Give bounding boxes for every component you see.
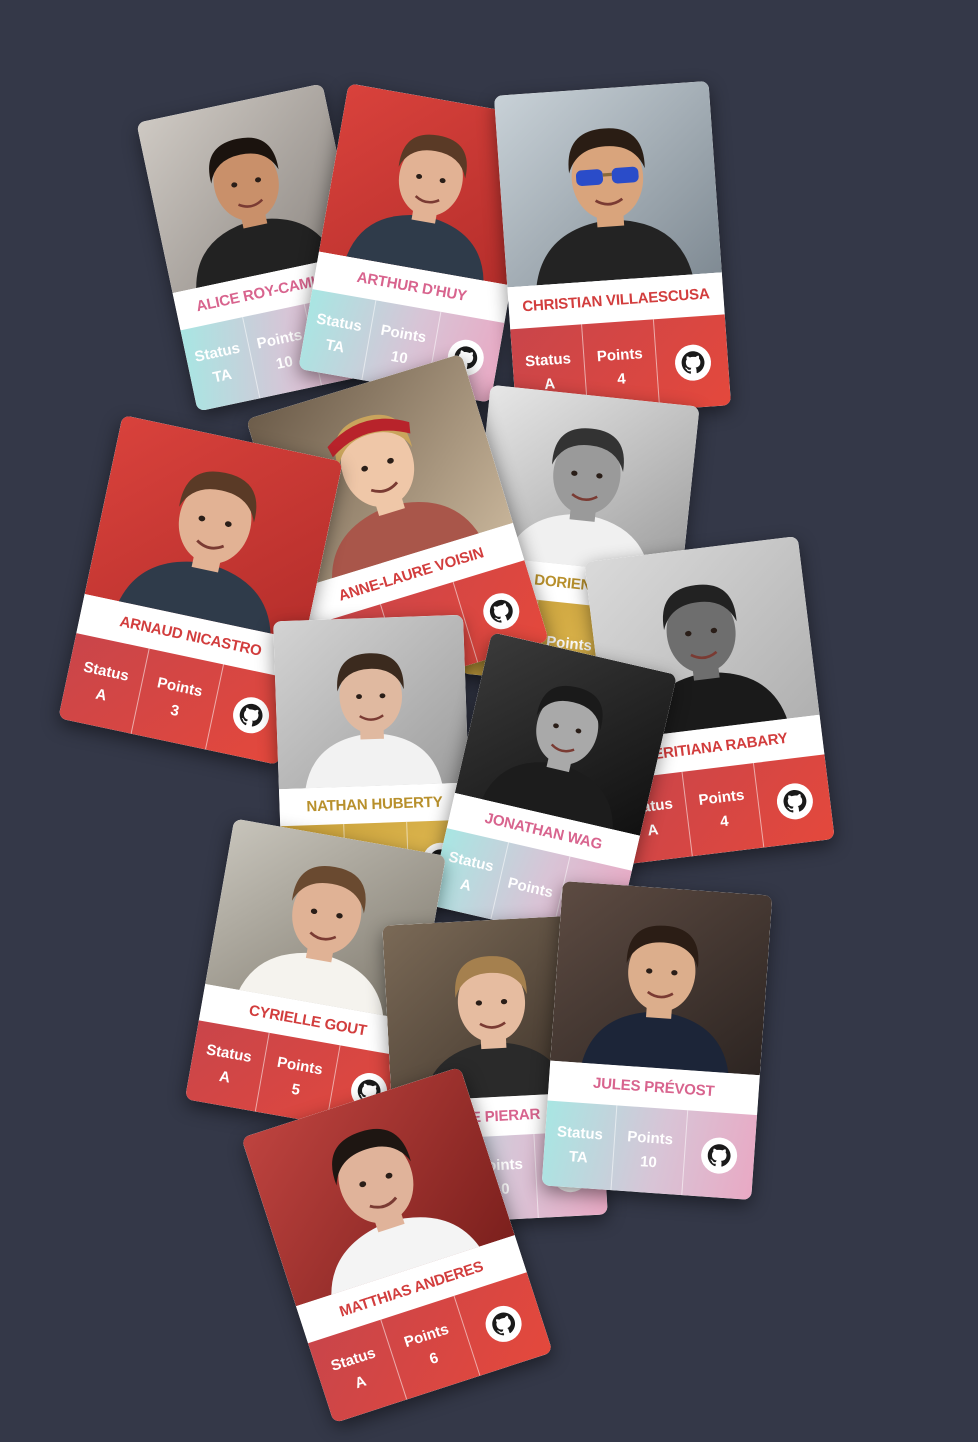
student-card[interactable]: JULES PRÉVOST Status TA Points 10 (541, 881, 773, 1200)
status-value: TA (568, 1147, 589, 1166)
github-icon[interactable] (774, 780, 815, 821)
github-icon[interactable] (700, 1135, 739, 1175)
stats-bar: Status TA Points 10 (541, 1100, 758, 1200)
points-value: 10 (639, 1152, 658, 1171)
github-icon[interactable] (229, 693, 273, 737)
github-icon[interactable] (480, 1301, 527, 1347)
points-stat: Points 10 (611, 1105, 688, 1196)
points-label: Points (506, 873, 555, 901)
student-photo (550, 881, 773, 1076)
github-link[interactable] (754, 754, 835, 847)
github-link[interactable] (682, 1110, 757, 1200)
status-stat: Status TA (541, 1100, 618, 1191)
points-value: 4 (616, 369, 627, 388)
student-card[interactable]: CHRISTIAN VILLAESCUSA Status A Points 4 (493, 80, 732, 421)
student-photo (493, 80, 722, 288)
status-stat: Status A (184, 1020, 270, 1112)
points-stat: Points 4 (682, 763, 765, 857)
github-icon[interactable] (478, 588, 524, 634)
card-stack: ALICE ROY-CAMILLE Status TA Points 10 ARTHUR… (0, 0, 978, 1442)
github-link[interactable] (654, 314, 731, 410)
student-photo (273, 614, 469, 790)
github-icon[interactable] (673, 342, 712, 382)
